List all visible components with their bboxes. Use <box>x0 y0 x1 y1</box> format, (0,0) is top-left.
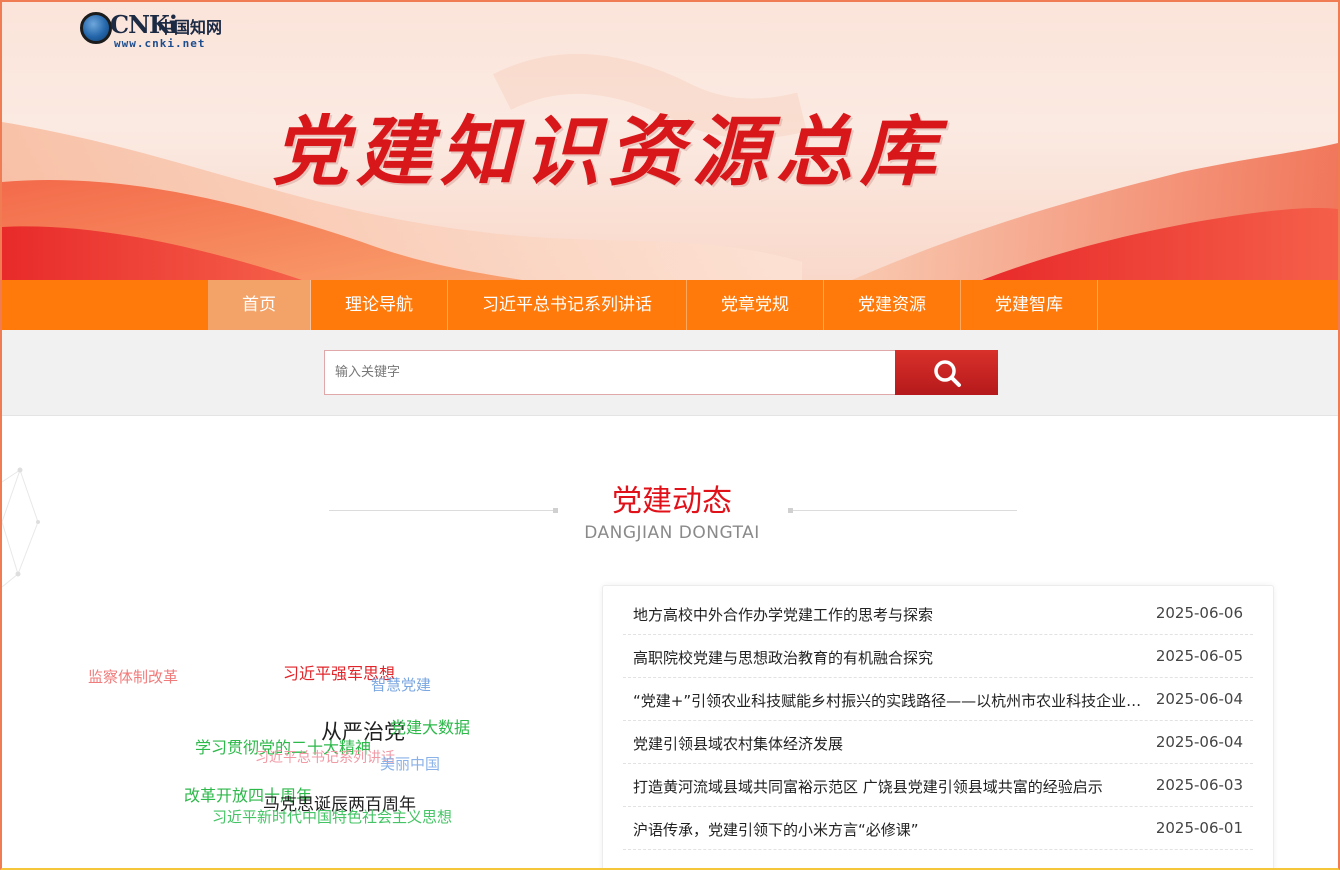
logo-cn-name: 中国知网 <box>158 18 223 37</box>
page-frame: CNKi 中国知网 www.cnki.net 党建知识资源总库 首页 理论导航 习近… <box>0 0 1340 870</box>
news-date: 2025-06-01 <box>1155 819 1243 837</box>
news-title[interactable]: 沪语传承，党建引领下的小米方言“必修课” <box>633 819 1143 840</box>
cloud-tag[interactable]: 智慧党建 <box>371 674 431 695</box>
news-list: 地方高校中外合作办学党建工作的思考与探索 2025-06-06 高职院校党建与思想政… <box>602 585 1274 868</box>
news-row[interactable]: “党建+”引领农业科技赋能乡村振兴的实践路径——以杭州市农业科技企业为例 2025… <box>623 678 1253 721</box>
section-title: 党建动态 <box>612 484 732 519</box>
news-title[interactable]: “党建+”引领农业科技赋能乡村振兴的实践路径——以杭州市农业科技企业为例 <box>633 690 1143 711</box>
header-banner: CNKi 中国知网 www.cnki.net 党建知识资源总库 <box>2 2 1338 280</box>
search-band <box>2 330 1338 416</box>
cloud-tag[interactable]: 监察体制改革 <box>88 666 178 687</box>
news-date: 2025-06-04 <box>1155 690 1243 708</box>
network-decoration <box>2 467 40 588</box>
cloud-tag[interactable]: 习近平新时代中国特色社会主义思想 <box>212 806 452 827</box>
nav-item[interactable]: 党建资源 <box>824 280 961 330</box>
news-title[interactable]: 地方高校中外合作办学党建工作的思考与探索 <box>633 604 1143 625</box>
news-date: 2025-06-03 <box>1155 776 1243 794</box>
news-row[interactable]: 打造黄河流域县域共同富裕示范区 广饶县党建引领县域共富的经验启示 2025-06-… <box>623 764 1253 807</box>
search-input[interactable] <box>324 350 896 395</box>
search-button[interactable] <box>895 350 998 395</box>
news-row[interactable]: 地方高校中外合作办学党建工作的思考与探索 2025-06-06 <box>623 592 1253 635</box>
nav-item[interactable]: 党章党规 <box>687 280 824 330</box>
cloud-tag[interactable]: 习近平总书记系列讲话 <box>255 747 395 767</box>
section-rule-dot-right <box>788 508 793 513</box>
logo-url: www.cnki.net <box>114 37 206 50</box>
news-row[interactable]: 高职院校党建与思想政治教育的有机融合探究 2025-06-05 <box>623 635 1253 678</box>
globe-icon <box>80 12 112 44</box>
section-rule-dot-left <box>553 508 558 513</box>
news-row[interactable]: 党建引领县域农村集体经济发展 2025-06-04 <box>623 721 1253 764</box>
search-icon <box>934 360 961 387</box>
banner-title: 党建知识资源总库 <box>272 107 944 196</box>
nav-item[interactable]: 党建智库 <box>961 280 1098 330</box>
nav-item[interactable]: 理论导航 <box>311 280 448 330</box>
news-date: 2025-06-04 <box>1155 733 1243 751</box>
news-title[interactable]: 打造黄河流域县域共同富裕示范区 广饶县党建引领县域共富的经验启示 <box>633 776 1143 797</box>
news-title[interactable]: 党建引领县域农村集体经济发展 <box>633 733 1143 754</box>
news-row[interactable]: 沪语传承，党建引领下的小米方言“必修课” 2025-06-01 <box>623 807 1253 850</box>
nav-items: 首页 理论导航 习近平总书记系列讲话 党章党规 党建资源 党建智库 <box>208 280 1098 330</box>
news-title[interactable]: 高职院校党建与思想政治教育的有机融合探究 <box>633 647 1143 668</box>
section-rule-right <box>790 510 1017 511</box>
cnki-logo[interactable]: CNKi 中国知网 www.cnki.net <box>80 10 240 50</box>
news-date: 2025-06-06 <box>1155 604 1243 622</box>
nav-item[interactable]: 习近平总书记系列讲话 <box>448 280 687 330</box>
nav-item[interactable]: 首页 <box>208 280 311 330</box>
cloud-tag[interactable]: 党建大数据 <box>390 714 470 738</box>
keyword-tag-cloud: 监察体制改革 习近平强军思想 智慧党建 从严治党 党建大数据 学习贯彻党的二十大… <box>62 642 582 842</box>
section-subtitle: DANGJIAN DONGTAI <box>584 523 760 543</box>
section-rule-left <box>329 510 555 511</box>
news-date: 2025-06-05 <box>1155 647 1243 665</box>
main-nav: 首页 理论导航 习近平总书记系列讲话 党章党规 党建资源 党建智库 <box>2 280 1338 330</box>
cloud-tag[interactable]: 美丽中国 <box>380 753 440 774</box>
